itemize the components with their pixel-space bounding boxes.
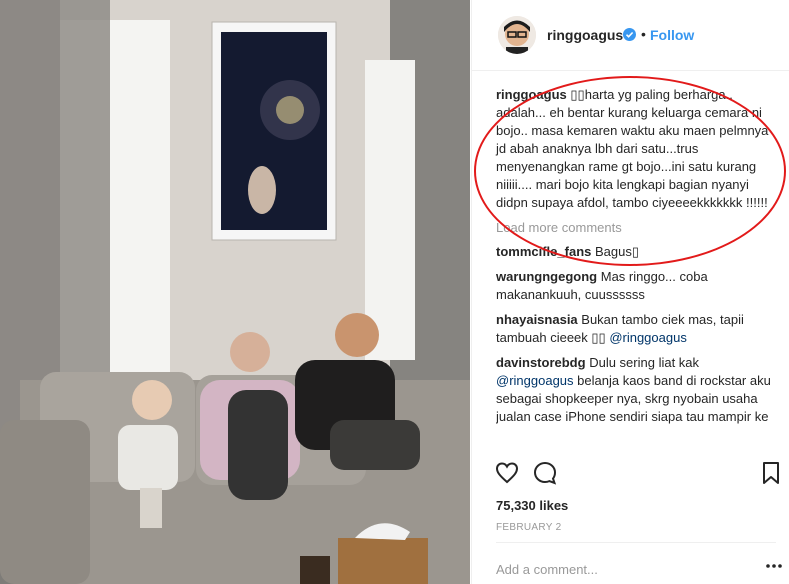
comment-mention[interactable]: @ringgoagus [609, 330, 687, 345]
avatar-image [498, 16, 536, 54]
comment-item: warungngegong Mas ringgo... coba makanan… [496, 268, 772, 304]
separator-dot: • [641, 26, 646, 42]
post-photo[interactable] [0, 0, 470, 584]
comment-mention[interactable]: @ringgoagus [496, 373, 574, 388]
comment-username[interactable]: tommcifle_fans [496, 244, 591, 259]
caption: ringgoagus ▯▯harta yg paling berharga.. … [496, 86, 772, 212]
family-photo-illustration [0, 0, 470, 584]
avatar[interactable] [498, 16, 536, 54]
speech-bubble-icon[interactable] [532, 460, 558, 486]
heart-icon[interactable] [494, 460, 520, 486]
comment-item: tommcifle_fans Bagus▯ [496, 243, 772, 261]
comment-item: nhayaisnasia Bukan tambo ciek mas, tapii… [496, 311, 772, 347]
comment-username[interactable]: nhayaisnasia [496, 312, 578, 327]
more-options-icon[interactable] [764, 556, 784, 576]
comment-item: davinstorebdg Dulu sering liat kak @ring… [496, 354, 772, 428]
post-header: ringgoagus • Follow [472, 0, 789, 71]
bookmark-icon[interactable] [758, 460, 784, 486]
comments-list: ringgoagus ▯▯harta yg paling berharga.. … [496, 86, 772, 435]
comment-text: Dulu sering liat kak [589, 355, 700, 370]
comment-username[interactable]: warungngegong [496, 269, 597, 284]
comment-text: Bagus▯ [595, 244, 640, 259]
load-more-comments-button[interactable]: Load more comments [496, 219, 772, 237]
divider [496, 542, 776, 543]
post-side-panel: ringgoagus • Follow ringgoagus ▯▯harta y… [471, 0, 789, 584]
verified-badge-icon [623, 28, 636, 41]
follow-button[interactable]: Follow [650, 27, 694, 43]
likes-count[interactable]: 75,330 likes [496, 498, 568, 513]
post-date[interactable]: FEBRUARY 2 [496, 522, 561, 533]
username[interactable]: ringgoagus [547, 27, 623, 43]
comment-username[interactable]: davinstorebdg [496, 355, 586, 370]
caption-username[interactable]: ringgoagus [496, 87, 567, 102]
caption-text: ▯▯harta yg paling berharga.. adalah... e… [496, 87, 769, 210]
post-actions-bar [472, 452, 789, 496]
add-comment-input[interactable]: Add a comment... [496, 562, 598, 577]
